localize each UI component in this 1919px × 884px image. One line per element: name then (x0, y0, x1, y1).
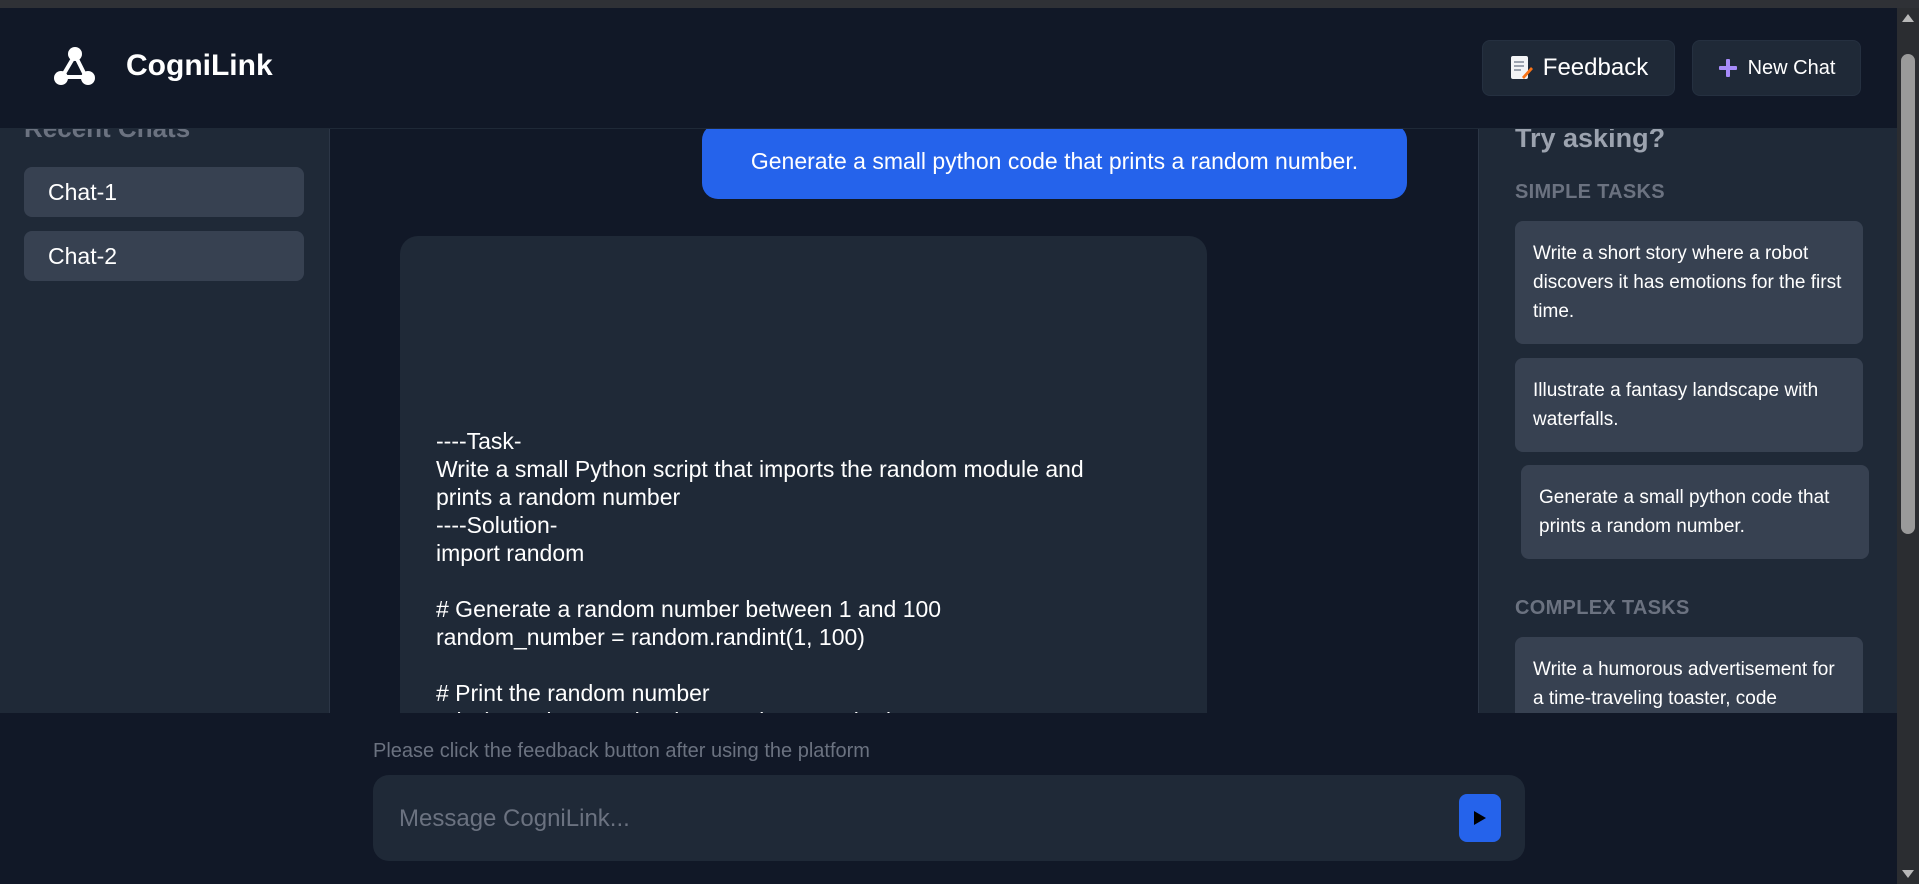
suggestion-card[interactable]: Generate a small python code that prints… (1521, 465, 1869, 559)
bot-message-text: ----Task- Write a small Python script th… (436, 428, 1084, 713)
network-nodes-icon (54, 47, 95, 85)
composer-area: Please click the feedback button after u… (0, 713, 1897, 884)
feedback-button[interactable]: Feedback (1482, 40, 1675, 96)
memo-icon (1510, 56, 1533, 79)
bot-message: ----Task- Write a small Python script th… (400, 236, 1207, 713)
message-composer (373, 775, 1525, 861)
user-message: Generate a small python code that prints… (702, 129, 1407, 199)
sidebar-item-chat-2[interactable]: Chat-2 (24, 231, 304, 281)
app-header: CogniLink Feedback New Chat (0, 8, 1897, 129)
recent-chats-title: Recent Chats (24, 129, 190, 144)
play-icon (1474, 811, 1486, 825)
message-input[interactable] (397, 795, 1451, 843)
sidebar-item-chat-1[interactable]: Chat-1 (24, 167, 304, 217)
browser-top-edge (0, 0, 1919, 8)
send-button[interactable] (1459, 794, 1501, 842)
simple-tasks-label: SIMPLE TASKS (1515, 181, 1665, 203)
scroll-up-icon[interactable] (1902, 14, 1914, 22)
feedback-note: Please click the feedback button after u… (373, 740, 870, 762)
chat-area: Generate a small python code that prints… (330, 129, 1478, 713)
plus-icon (1718, 59, 1737, 77)
suggestions-panel: Try asking? SIMPLE TASKS Write a short s… (1478, 129, 1898, 713)
suggestion-card[interactable]: Write a short story where a robot discov… (1515, 221, 1863, 344)
recent-chats-sidebar: Recent Chats Chat-1 Chat-2 (0, 129, 330, 713)
app-name: CogniLink (126, 49, 273, 82)
scroll-down-icon[interactable] (1902, 870, 1914, 878)
suggestion-card[interactable]: Write a humorous advertisement for a tim… (1515, 637, 1863, 713)
new-chat-label: New Chat (1747, 56, 1836, 79)
suggestion-card[interactable]: Illustrate a fantasy landscape with wate… (1515, 358, 1863, 452)
scrollbar-thumb[interactable] (1901, 54, 1915, 534)
feedback-label: Feedback (1542, 54, 1649, 81)
complex-tasks-label: COMPLEX TASKS (1515, 597, 1690, 619)
page-scrollbar[interactable] (1897, 8, 1919, 884)
new-chat-button[interactable]: New Chat (1692, 40, 1861, 96)
suggestions-title: Try asking? (1515, 129, 1666, 153)
